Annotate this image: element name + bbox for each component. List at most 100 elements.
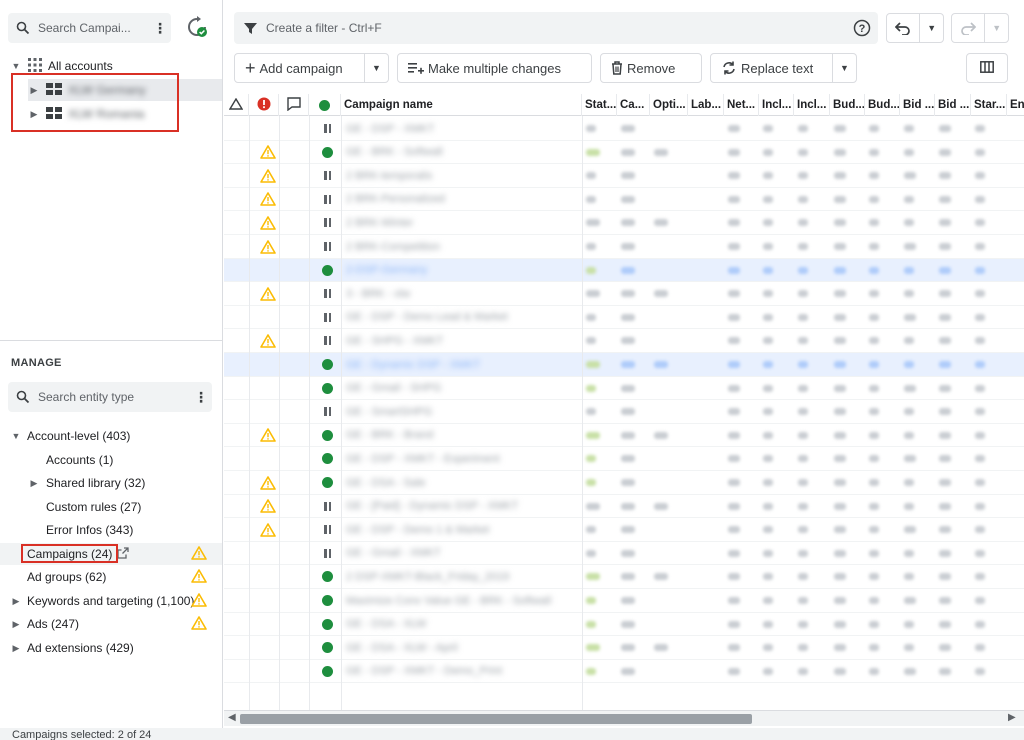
data-cell[interactable] xyxy=(975,455,985,463)
data-cell[interactable] xyxy=(798,667,808,675)
data-cell[interactable] xyxy=(975,148,985,156)
data-cell[interactable] xyxy=(586,620,596,628)
filter-bar[interactable]: Create a filter - Ctrl+F ? xyxy=(234,12,878,44)
data-cell[interactable] xyxy=(621,337,635,345)
entity-tree-item[interactable]: ▶ Ads (247) xyxy=(10,613,80,635)
data-cell[interactable] xyxy=(975,361,985,368)
data-cell[interactable] xyxy=(763,290,773,298)
data-cell[interactable] xyxy=(939,243,951,250)
data-cell[interactable] xyxy=(586,219,600,227)
table-row[interactable]: GE - SmartSHPG xyxy=(224,400,1024,424)
campaign-name-cell[interactable]: 2 BRK-Personalized xyxy=(346,188,578,211)
data-cell[interactable] xyxy=(621,361,635,368)
data-cell[interactable] xyxy=(904,502,914,510)
add-campaign-button[interactable]: + Add campaign ▼ xyxy=(234,53,389,83)
data-cell[interactable] xyxy=(728,195,740,203)
data-cell[interactable] xyxy=(904,526,916,534)
data-cell[interactable] xyxy=(939,644,951,652)
data-cell[interactable] xyxy=(869,644,879,652)
table-row[interactable]: GE - SHPG - XMKT xyxy=(224,329,1024,353)
data-cell[interactable] xyxy=(798,644,808,652)
data-cell[interactable] xyxy=(728,290,740,298)
data-cell[interactable] xyxy=(834,408,846,416)
data-cell[interactable] xyxy=(798,361,808,368)
data-cell[interactable] xyxy=(975,597,985,604)
data-cell[interactable] xyxy=(621,502,635,510)
data-cell[interactable] xyxy=(654,573,668,581)
data-cell[interactable] xyxy=(621,620,635,628)
data-cell[interactable] xyxy=(763,313,773,321)
data-cell[interactable] xyxy=(869,620,879,628)
campaign-name-cell[interactable]: GE - SmartSHPG xyxy=(346,400,578,423)
data-cell[interactable] xyxy=(621,549,635,557)
data-cell[interactable] xyxy=(728,384,740,392)
data-cell[interactable] xyxy=(763,243,773,250)
data-cell[interactable] xyxy=(939,455,951,463)
data-cell[interactable] xyxy=(586,644,600,652)
data-cell[interactable] xyxy=(975,195,985,203)
data-cell[interactable] xyxy=(654,502,668,510)
data-cell[interactable] xyxy=(869,384,879,392)
column-header[interactable]: Opti... xyxy=(650,94,688,116)
data-cell[interactable] xyxy=(621,384,635,392)
data-cell[interactable] xyxy=(869,290,879,298)
data-cell[interactable] xyxy=(763,573,773,581)
data-cell[interactable] xyxy=(834,290,846,298)
data-cell[interactable] xyxy=(798,148,808,156)
data-cell[interactable] xyxy=(763,597,773,604)
undo-button[interactable]: ▼ xyxy=(886,13,944,43)
data-cell[interactable] xyxy=(586,549,596,557)
entity-tree-item[interactable]: Error Infos (343) xyxy=(28,519,133,541)
open-in-new-icon[interactable] xyxy=(117,546,130,562)
entity-tree-item[interactable]: Ad groups (62) xyxy=(10,566,106,588)
data-cell[interactable] xyxy=(939,384,951,392)
data-cell[interactable] xyxy=(798,313,808,321)
data-cell[interactable] xyxy=(975,502,985,510)
campaign-name-cell[interactable]: GE - DSP - XMKT - Demo_Print xyxy=(346,660,578,683)
data-cell[interactable] xyxy=(869,195,879,203)
data-cell[interactable] xyxy=(763,620,773,628)
campaign-name-cell[interactable]: GE - [Paid] - Dynamic DSP - XMKT xyxy=(346,495,578,518)
data-cell[interactable] xyxy=(621,290,635,298)
data-cell[interactable] xyxy=(621,644,635,652)
table-row[interactable]: 2 BRK-Competition xyxy=(224,235,1024,259)
data-cell[interactable] xyxy=(939,290,951,298)
table-row[interactable]: GE - Gmail - SHPG xyxy=(224,377,1024,401)
data-cell[interactable] xyxy=(869,243,879,250)
data-cell[interactable] xyxy=(798,125,808,132)
table-row[interactable]: GE - Dynamic DSP - XMKT xyxy=(224,353,1024,377)
data-cell[interactable] xyxy=(586,384,596,392)
remove-button[interactable]: Remove xyxy=(600,53,702,83)
data-cell[interactable] xyxy=(869,479,879,486)
data-cell[interactable] xyxy=(834,172,846,180)
data-cell[interactable] xyxy=(621,313,635,321)
data-cell[interactable] xyxy=(834,431,846,439)
data-cell[interactable] xyxy=(939,502,951,510)
data-cell[interactable] xyxy=(763,195,773,203)
data-cell[interactable] xyxy=(869,455,879,463)
data-cell[interactable] xyxy=(869,266,879,274)
data-cell[interactable] xyxy=(728,243,740,250)
data-cell[interactable] xyxy=(904,620,914,628)
campaign-name-cell[interactable]: GE - Gmail - SHPG xyxy=(346,377,578,400)
data-cell[interactable] xyxy=(798,219,808,227)
scroll-right-icon[interactable]: ▶ xyxy=(1008,712,1016,723)
data-cell[interactable] xyxy=(904,455,916,463)
data-cell[interactable] xyxy=(869,597,879,604)
data-cell[interactable] xyxy=(728,479,740,486)
data-cell[interactable] xyxy=(728,573,740,581)
table-row[interactable]: GE - DSP - Demo 1 & Market xyxy=(224,518,1024,542)
column-header[interactable]: Bid ... xyxy=(935,94,971,116)
campaign-name-cell[interactable]: 3 - BRK - xlw xyxy=(346,282,578,305)
data-cell[interactable] xyxy=(763,361,773,368)
data-cell[interactable] xyxy=(654,148,668,156)
data-cell[interactable] xyxy=(586,313,596,321)
data-cell[interactable] xyxy=(975,266,985,274)
data-cell[interactable] xyxy=(763,455,773,463)
data-cell[interactable] xyxy=(798,455,808,463)
column-header[interactable]: Bud... xyxy=(830,94,865,116)
data-cell[interactable] xyxy=(834,125,846,132)
data-cell[interactable] xyxy=(939,549,951,557)
data-cell[interactable] xyxy=(798,337,808,345)
data-cell[interactable] xyxy=(939,361,951,368)
